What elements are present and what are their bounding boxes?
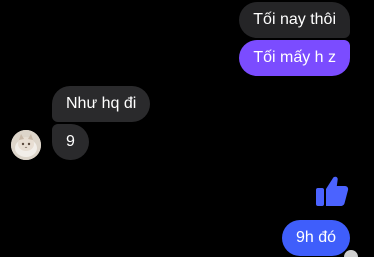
- thumbs-up-icon: [316, 176, 349, 206]
- message-bubble-incoming[interactable]: Như hq đi: [52, 86, 151, 122]
- like-reaction[interactable]: [313, 172, 351, 210]
- cat-avatar-icon: [11, 130, 41, 160]
- message-bubble-outgoing[interactable]: Tối nay thôi: [239, 2, 350, 38]
- message-text: Tối mấy h z: [253, 49, 336, 66]
- message-bubble-outgoing[interactable]: Tối mấy h z: [239, 40, 350, 76]
- avatar[interactable]: [11, 130, 41, 160]
- chat-screen: Tối nay thôi Tối mấy h z Như hq đi 9 9h …: [0, 0, 374, 257]
- message-bubble-incoming[interactable]: 9: [52, 124, 89, 160]
- message-text: Tối nay thôi: [253, 11, 336, 28]
- message-bubble-outgoing[interactable]: 9h đó: [281, 220, 350, 256]
- message-text: 9: [66, 133, 75, 150]
- message-text: 9h đó: [295, 229, 336, 246]
- message-text: Như hq đi: [66, 95, 137, 112]
- read-receipt-avatar: [344, 250, 358, 257]
